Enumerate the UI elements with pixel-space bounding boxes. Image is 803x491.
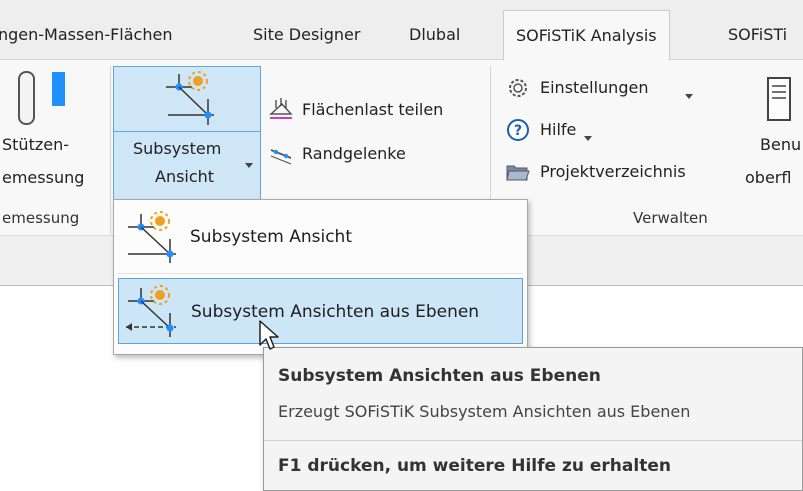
folder-icon[interactable]	[505, 160, 531, 184]
benutzeroberflaeche-label-line1: Benu	[760, 135, 802, 154]
menu-item-subsystem-ansicht[interactable]: Subsystem Ansicht	[118, 204, 523, 270]
subsystem-ansicht-button[interactable]: Subsystem Ansicht	[113, 66, 261, 200]
chevron-down-icon[interactable]	[583, 128, 593, 141]
gear-icon[interactable]	[506, 76, 530, 100]
subsystem-views-from-levels-icon	[124, 283, 184, 339]
subsystem-label-line1: Subsystem	[133, 139, 222, 158]
menu-item-subsystem-ansichten-aus-ebenen[interactable]: Subsystem Ansichten aus Ebenen	[118, 278, 523, 344]
tab-massen-flaechen[interactable]: ngen-Massen-Flächen	[0, 10, 172, 60]
edge-hinges-icon[interactable]	[268, 140, 294, 166]
tooltip-title: Subsystem Ansichten aus Ebenen	[278, 366, 601, 386]
tooltip-help-hint: F1 drücken, um weitere Hilfe zu erhalten	[278, 456, 671, 476]
tab-sofistik-analysis[interactable]: SOFiSTiK Analysis	[503, 10, 670, 61]
randgelenke-button[interactable]: Randgelenke	[302, 144, 406, 163]
help-icon[interactable]: ?	[506, 118, 530, 142]
chevron-down-icon[interactable]	[684, 86, 694, 99]
flaechenlast-teilen-button[interactable]: Flächenlast teilen	[302, 100, 443, 119]
hilfe-button[interactable]: Hilfe	[540, 120, 576, 139]
projektverzeichnis-button[interactable]: Projektverzeichnis	[540, 162, 686, 181]
group-separator	[110, 66, 111, 234]
column-design-icon[interactable]	[16, 70, 76, 128]
tooltip-separator	[264, 440, 802, 441]
title-strip	[0, 0, 803, 10]
tab-site-designer[interactable]: Site Designer	[253, 10, 360, 60]
subsystem-view-icon	[124, 209, 184, 265]
tab-dlubal[interactable]: Dlubal	[409, 10, 460, 60]
benutzeroberflaeche-label-line2: oberfl	[745, 168, 792, 187]
menu-item-label: Subsystem Ansichten aus Ebenen	[191, 302, 480, 322]
subsystem-label-line2: Ansicht	[155, 167, 215, 186]
menu-item-label: Subsystem Ansicht	[190, 227, 352, 247]
menu-separator	[118, 273, 523, 274]
mouse-cursor-icon	[258, 319, 282, 353]
einstellungen-button[interactable]: Einstellungen	[540, 78, 648, 97]
group-label-verwalten: Verwalten	[633, 209, 708, 227]
tab-sofistik-more[interactable]: SOFiSTi	[728, 10, 787, 60]
split-area-load-icon[interactable]	[268, 96, 294, 122]
group-label-bemessung: emessung	[2, 209, 80, 227]
split-divider	[114, 131, 260, 132]
user-interface-icon[interactable]	[766, 76, 794, 126]
chevron-down-icon[interactable]	[244, 155, 254, 168]
svg-text:?: ?	[514, 123, 522, 139]
stuetzen-label-line1: Stützen-	[2, 135, 69, 154]
ribbon-tab-bar: ngen-Massen-Flächen Site Designer Dlubal…	[0, 10, 803, 61]
tooltip-description: Erzeugt SOFiSTiK Subsystem Ansichten aus…	[278, 402, 691, 421]
tooltip: Subsystem Ansichten aus Ebenen Erzeugt S…	[263, 347, 803, 491]
stuetzen-label-line2: emessung	[2, 168, 85, 187]
subsystem-dropdown-menu: Subsystem Ansicht Subsystem Ansichten au…	[113, 199, 528, 355]
subsystem-view-icon	[158, 69, 222, 127]
